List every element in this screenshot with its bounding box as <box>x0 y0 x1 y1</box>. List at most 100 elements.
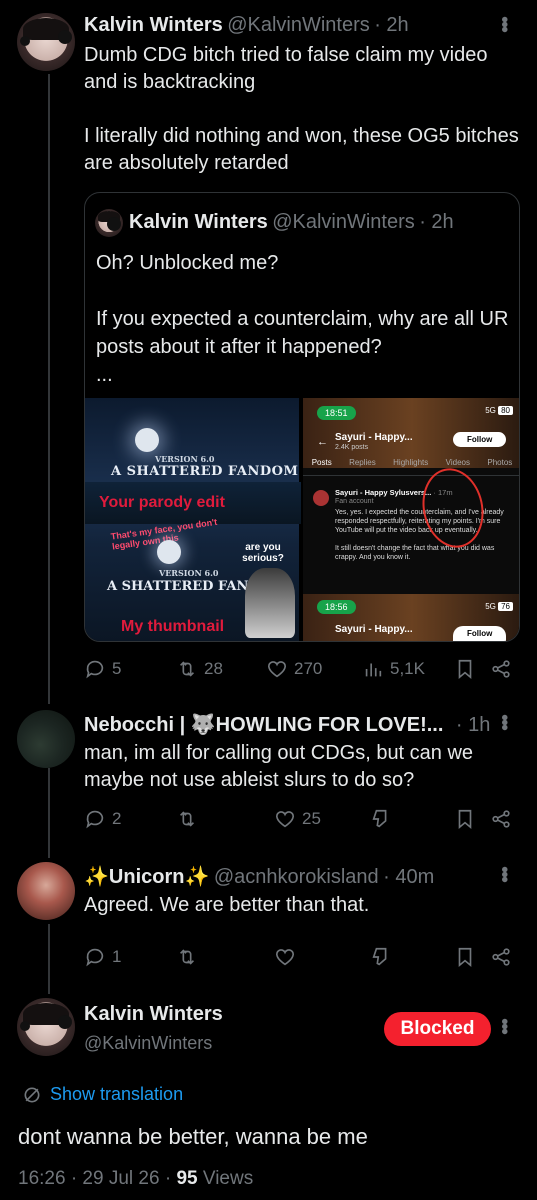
bookmark-icon <box>458 947 472 968</box>
more-icon[interactable]: ••• <box>492 866 515 881</box>
avatar[interactable] <box>17 862 75 920</box>
quoted-post[interactable]: Kalvin Winters @KalvinWinters · 2h Oh? U… <box>84 192 520 642</box>
reply-count: 5 <box>112 659 122 678</box>
status-clock-2: 18:56 <box>317 600 356 614</box>
translate-icon <box>24 1087 40 1102</box>
post-meta: 16:26 · 29 Jul 26 · 95 Views <box>18 1168 253 1190</box>
views-count: 5,1K <box>390 659 425 678</box>
views-count: 95 <box>176 1168 198 1189</box>
reply-button[interactable]: 2 <box>84 808 176 830</box>
mini-avatar <box>313 490 329 506</box>
share-button[interactable] <box>490 808 512 830</box>
main-post-text: dont wanna be better, wanna be me <box>18 1124 368 1149</box>
like-count: 25 <box>302 809 321 828</box>
post-time[interactable]: · 1h <box>456 714 490 736</box>
repost-button[interactable] <box>176 808 274 830</box>
reply-button[interactable]: 5 <box>84 658 176 680</box>
avatar[interactable] <box>17 13 75 71</box>
follow-button-2: Follow <box>453 626 507 641</box>
views-icon <box>365 663 382 677</box>
post-time[interactable]: · 40m <box>383 866 434 888</box>
reply-button[interactable]: 1 <box>84 946 176 968</box>
bookmark-icon <box>458 809 472 830</box>
tab-posts: Posts <box>311 458 332 467</box>
views-button[interactable]: 5,1K <box>362 658 454 680</box>
blocked-button[interactable]: Blocked <box>384 1012 491 1046</box>
post-time[interactable]: · 2h <box>374 14 408 36</box>
tab-photos: Photos <box>487 458 513 467</box>
views-label: Views <box>202 1168 254 1189</box>
thread-line-2 <box>48 768 50 858</box>
reply-icon <box>86 948 104 967</box>
downvote-button[interactable] <box>370 946 454 968</box>
post-actions: 5 28 270 5,1K <box>84 656 523 682</box>
repost-button[interactable]: 28 <box>176 658 266 680</box>
author-handle[interactable]: @acnhkorokisland <box>214 866 379 888</box>
bookmark-button[interactable] <box>454 808 490 830</box>
status-battery: 80 <box>498 406 513 415</box>
like-button[interactable]: 25 <box>274 808 370 830</box>
quote-time: · 2h <box>419 211 454 233</box>
show-translation-link[interactable]: Show translation <box>22 1084 183 1105</box>
share-button[interactable] <box>490 658 512 680</box>
bookmark-icon <box>458 659 472 680</box>
author-name[interactable]: Kalvin Winters <box>84 14 223 36</box>
tab-replies: Replies <box>349 458 376 467</box>
more-icon[interactable]: ••• <box>492 714 515 729</box>
show-translation-label: Show translation <box>50 1084 184 1104</box>
post-actions: 2 25 <box>84 806 523 832</box>
like-button[interactable] <box>274 946 370 968</box>
tab-highlights: Highlights <box>393 458 429 467</box>
share-icon <box>492 810 510 828</box>
reply-count: 1 <box>112 947 122 966</box>
repost-icon <box>179 661 195 677</box>
repost-count: 28 <box>204 659 223 678</box>
status-battery-2: 76 <box>498 602 513 611</box>
mini-post-name: Sayuri - Happy Sylusvers... <box>335 488 432 497</box>
downvote-button[interactable] <box>370 808 454 830</box>
more-icon[interactable]: ••• <box>492 16 515 31</box>
author-name[interactable]: Kalvin Winters <box>84 1003 223 1026</box>
post-timestamp[interactable]: 16:26 · 29 Jul 26 · <box>18 1168 171 1189</box>
more-icon[interactable]: ••• <box>492 1018 515 1033</box>
status-clock: 18:51 <box>317 406 356 420</box>
share-icon <box>492 660 510 678</box>
version-label-bottom: VERSION 6.0 <box>159 568 219 578</box>
author-name[interactable]: Nebocchi | 🐺HOWLING FOR LOVE!... <box>84 714 443 736</box>
downvote-icon <box>372 809 387 828</box>
author-handle[interactable]: @KalvinWinters <box>84 1033 212 1054</box>
heart-icon <box>275 949 295 966</box>
quote-author-handle: @KalvinWinters <box>272 211 415 233</box>
quote-avatar <box>95 209 123 237</box>
avatar[interactable] <box>17 710 75 768</box>
author-name[interactable]: ✨Unicorn✨ <box>84 866 209 888</box>
person-reaction <box>245 568 295 638</box>
bookmark-button[interactable] <box>454 658 490 680</box>
media-image-left[interactable]: VERSION 6.0 A SHATTERED FANDOM Your paro… <box>85 398 301 641</box>
share-icon <box>492 948 510 966</box>
heart-icon <box>275 811 295 828</box>
quote-author-name: Kalvin Winters <box>129 211 268 233</box>
posts-count: 2.4K posts <box>335 444 369 451</box>
avatar[interactable] <box>17 998 75 1056</box>
status-signal: 5G <box>485 406 496 415</box>
bookmark-button[interactable] <box>454 946 490 968</box>
thread-line <box>48 74 50 704</box>
moon-shape <box>135 428 159 452</box>
author-handle[interactable]: @KalvinWinters <box>227 14 370 36</box>
reply-icon <box>86 810 104 829</box>
repost-button[interactable] <box>176 946 274 968</box>
like-button[interactable]: 270 <box>266 658 362 680</box>
reply-count: 2 <box>112 809 122 828</box>
repost-icon <box>179 811 195 827</box>
post-text: Agreed. We are better than that. <box>84 894 370 916</box>
share-button[interactable] <box>490 946 512 968</box>
reply-icon <box>86 660 104 679</box>
heart-icon <box>267 661 287 678</box>
status-signal-2: 5G <box>485 602 496 611</box>
caption-top: Your parody edit <box>99 494 225 511</box>
version-label-top: VERSION 6.0 <box>155 454 215 464</box>
media-image-right[interactable]: 18:51 5G 80 ← Sayuri - Happy... 2.4K pos… <box>303 398 519 641</box>
profile-tabs: Posts Replies Highlights Videos Photos <box>303 458 519 476</box>
are-you-serious: are you serious? <box>242 542 284 564</box>
